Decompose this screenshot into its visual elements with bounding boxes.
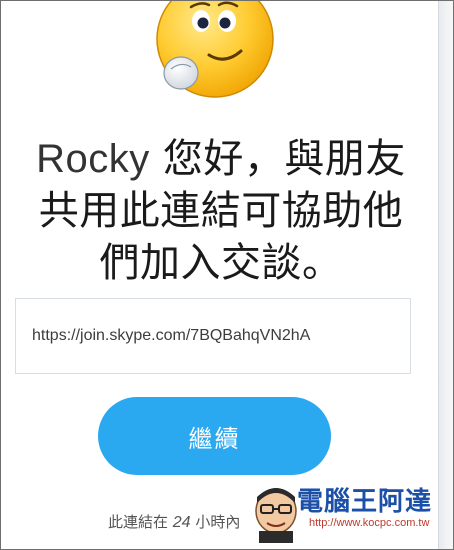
link-expiry-note: 此連結在 24 小時內	[108, 511, 240, 532]
headline-line-1-text: 您好，與朋友	[149, 136, 406, 182]
user-name: Rocky	[36, 137, 150, 181]
headline-line-2: 共用此連結可協助他	[38, 188, 404, 234]
invite-link-field[interactable]: https://join.skype.com/7BQBahqVN2hA	[15, 298, 411, 374]
site-watermark: 電腦王阿達 http://www.kocpc.com.tw	[251, 479, 441, 545]
watermark-mascot-icon	[255, 488, 297, 543]
expiry-suffix: 小時內	[190, 513, 241, 531]
headline-line-1: Rocky 您好，與朋友	[1, 133, 441, 185]
watermark-title: 電腦王阿達	[297, 487, 433, 517]
expiry-hours: 24	[172, 514, 191, 531]
watermark-url: http://www.kocpc.com.tw	[309, 517, 430, 529]
continue-button[interactable]: 繼續	[98, 397, 331, 475]
headline-line-3: 們加入交談。	[99, 240, 343, 286]
expiry-prefix: 此連結在	[108, 513, 173, 531]
invite-headline: Rocky 您好，與朋友 共用此連結可協助他 們加入交談。	[1, 133, 441, 289]
invite-dialog: Rocky 您好，與朋友 共用此連結可協助他 們加入交談。 https://jo…	[0, 0, 454, 550]
invite-link-text[interactable]: https://join.skype.com/7BQBahqVN2hA	[32, 327, 310, 345]
continue-button-label: 繼續	[188, 424, 241, 453]
skype-smiley-thinking-icon	[156, 1, 274, 98]
